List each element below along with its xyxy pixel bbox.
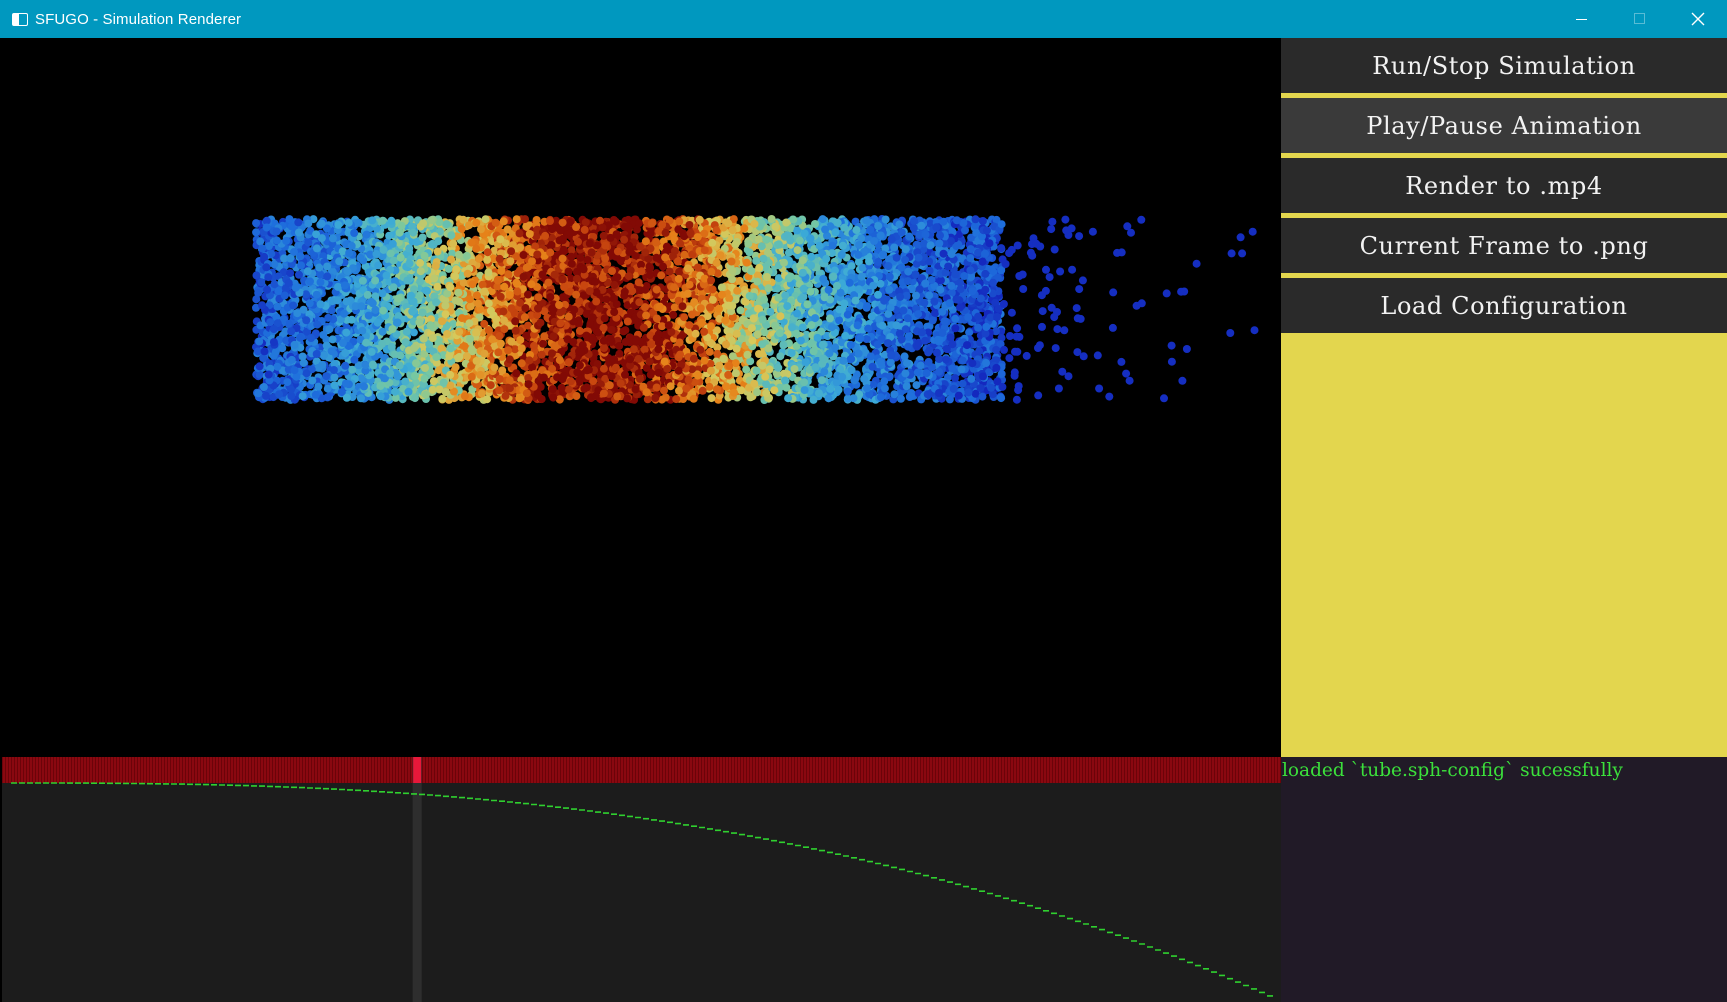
app-window: SFUGO - Simulation Renderer Run/Stop Sim… (0, 0, 1727, 1002)
particle-canvas (252, 215, 1259, 404)
particle (754, 235, 763, 244)
particle (660, 386, 668, 395)
particle (588, 336, 597, 345)
particle (754, 304, 762, 313)
particle (912, 381, 921, 390)
particle (550, 342, 559, 351)
particle (390, 350, 399, 359)
particle (949, 384, 958, 393)
particle (460, 392, 469, 401)
particle (698, 386, 707, 395)
particle (447, 255, 456, 264)
particle (705, 347, 714, 356)
particle (666, 382, 675, 391)
window-controls (1553, 0, 1727, 38)
minimize-icon[interactable] (1553, 0, 1611, 38)
particle (273, 362, 282, 371)
particle (623, 394, 632, 403)
window-title: SFUGO - Simulation Renderer (35, 10, 242, 28)
particle (505, 376, 514, 385)
particle (378, 289, 387, 298)
particle (615, 341, 624, 350)
particle (675, 268, 684, 277)
particle (314, 382, 323, 391)
particle (728, 275, 737, 284)
particle (824, 394, 833, 403)
particle (818, 215, 827, 224)
particle (295, 270, 303, 279)
particle (308, 376, 317, 385)
particle (459, 278, 468, 287)
particle (951, 314, 960, 323)
particle (689, 394, 698, 403)
particle (503, 225, 512, 234)
particle (580, 384, 589, 393)
particle (760, 328, 769, 337)
particle (997, 244, 1006, 253)
particle (599, 364, 608, 373)
app-window-icon (12, 12, 28, 26)
particle (665, 267, 674, 276)
particle (646, 263, 655, 272)
particle (902, 382, 911, 391)
particle (705, 382, 714, 391)
particle (817, 376, 826, 385)
maximize-icon[interactable] (1611, 0, 1669, 38)
particle (835, 316, 844, 325)
particle (619, 327, 628, 336)
particle (547, 349, 556, 358)
particle (539, 339, 547, 348)
particle (576, 253, 585, 262)
particle (285, 215, 294, 224)
particle (657, 271, 666, 280)
particle (512, 369, 521, 378)
particle (646, 370, 655, 379)
simulation-viewport[interactable] (2, 38, 1281, 757)
particle (473, 299, 482, 308)
close-icon[interactable] (1669, 0, 1727, 38)
particle (252, 219, 261, 228)
particle (809, 395, 818, 404)
particle (978, 217, 987, 225)
particle (294, 218, 303, 227)
particle (867, 312, 876, 321)
title-bar[interactable]: SFUGO - Simulation Renderer (0, 0, 1727, 38)
particle (948, 364, 957, 373)
particle (811, 220, 819, 228)
particle (402, 327, 411, 336)
particle (866, 352, 875, 361)
particle (874, 257, 883, 266)
particle (522, 222, 531, 231)
particle (736, 306, 745, 315)
particle (444, 264, 453, 273)
particle-group (252, 215, 1259, 404)
particle (634, 278, 643, 287)
particle (433, 247, 442, 256)
particle (906, 392, 915, 401)
particle (547, 241, 556, 249)
particle (474, 254, 483, 263)
